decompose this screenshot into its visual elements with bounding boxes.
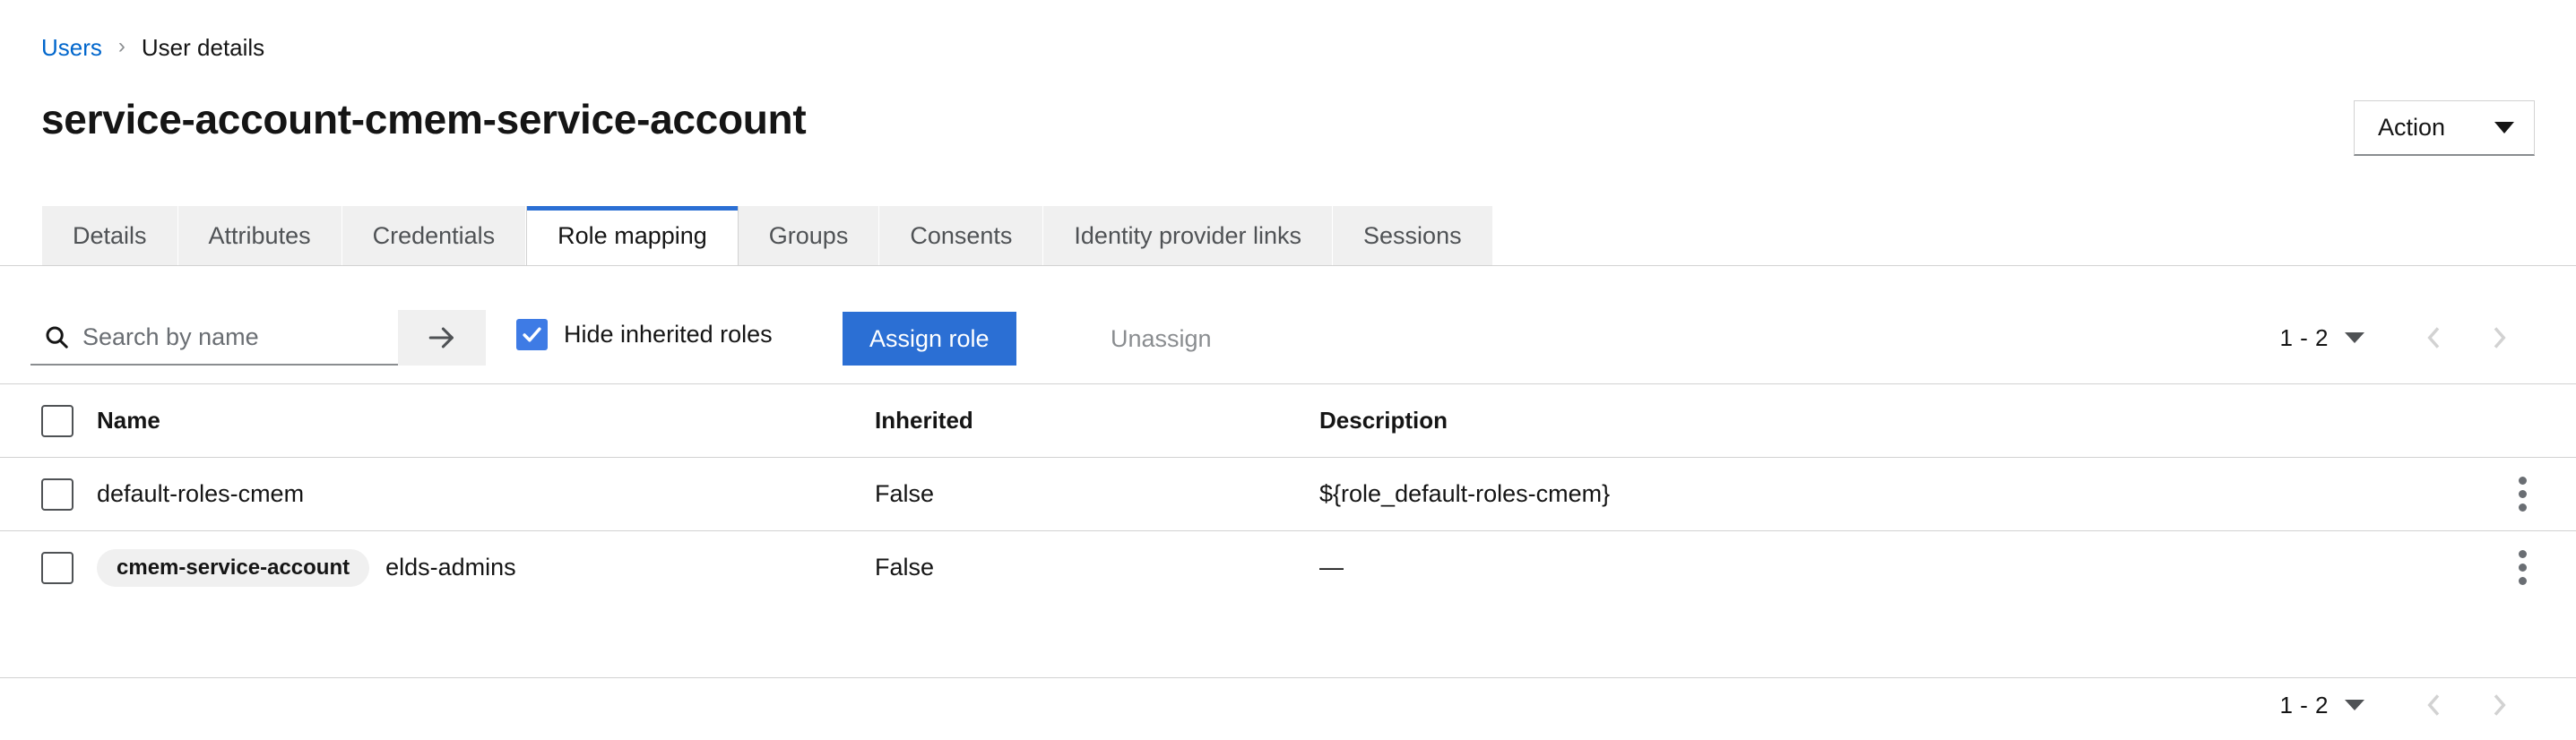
table-row: cmem-service-account elds-admins False — [0,530,2576,604]
kebab-menu-icon[interactable] [2504,469,2541,519]
chevron-down-icon [2494,122,2514,133]
tab-label: Credentials [372,221,496,249]
row-actions-cell [2468,469,2576,519]
row-select-cell [0,551,97,584]
search-submit-button[interactable] [398,310,486,366]
breadcrumb-current: User details [141,34,265,61]
assign-role-button[interactable]: Assign role [843,312,1016,366]
page-title: service-account-cmem-service-account [41,96,807,142]
tab-label: Consents [910,221,1013,249]
user-details-page: Users › User details service-account-cme… [0,0,2576,740]
tab-bar: Details Attributes Credentials Role mapp… [41,206,1493,265]
tab-label: Identity provider links [1074,221,1302,249]
toolbar: Hide inherited roles Assign role Unassig… [0,265,2576,383]
row-checkbox[interactable] [41,551,73,584]
hide-inherited-roles-label: Hide inherited roles [564,321,773,348]
search-input[interactable] [81,322,380,352]
tab-label: Details [73,221,147,249]
pagination-next-button[interactable] [2467,680,2531,730]
tab-role-mapping[interactable]: Role mapping [526,206,739,265]
cell-inherited: False [875,554,935,581]
tab-label: Attributes [208,221,311,249]
tab-credentials[interactable]: Credentials [341,206,527,265]
role-client-badge: cmem-service-account [97,548,370,587]
column-header-description: Description [1319,407,1448,434]
role-name-text: elds-admins [385,554,516,581]
select-all-checkbox[interactable] [41,404,73,437]
pagination-prev-button[interactable] [2402,680,2467,730]
title-row: service-account-cmem-service-account Act… [0,93,2576,165]
cell-role-name: default-roles-cmem [97,480,875,508]
pagination-caret-icon[interactable] [2345,332,2364,343]
column-header-name: Name [97,407,160,434]
roles-table: Name Inherited Description default-roles… [0,383,2576,604]
hide-inherited-roles-checkbox[interactable]: Hide inherited roles [516,319,773,350]
tab-sessions[interactable]: Sessions [1333,206,1493,265]
cell-role-name: cmem-service-account elds-admins [97,548,875,587]
search-group [30,310,486,366]
pagination-top: 1 - 2 [2279,310,2531,366]
role-name-text: default-roles-cmem [97,480,305,507]
cell-description: — [1319,554,1344,581]
row-actions-cell [2468,543,2576,592]
pagination-range: 1 - 2 [2279,323,2329,351]
tab-label: Sessions [1363,221,1462,249]
cell-description: ${role_default-roles-cmem} [1319,480,1611,507]
breadcrumb-users-link[interactable]: Users [41,34,102,61]
action-dropdown-button[interactable]: Action [2354,100,2535,156]
column-header-inherited: Inherited [875,407,973,434]
search-icon [43,323,70,350]
tab-details[interactable]: Details [41,206,178,265]
pagination-caret-icon[interactable] [2345,700,2364,710]
action-dropdown-label: Action [2378,114,2446,141]
table-header-row: Name Inherited Description [0,383,2576,457]
table-bottom-divider [0,677,2576,678]
kebab-menu-icon[interactable] [2504,543,2541,592]
checkbox-checked-icon [516,319,548,350]
row-checkbox[interactable] [41,478,73,511]
tab-groups[interactable]: Groups [738,206,880,265]
breadcrumb: Users › User details [41,34,264,61]
select-all-cell [0,404,97,437]
pagination-range: 1 - 2 [2279,691,2329,718]
search-field [30,310,398,366]
tab-label: Groups [768,221,849,249]
table-row: default-roles-cmem False ${role_default-… [0,457,2576,530]
tab-attributes[interactable]: Attributes [177,206,342,265]
cell-inherited: False [875,480,935,507]
row-select-cell [0,478,97,511]
tab-consents[interactable]: Consents [879,206,1044,265]
pagination-prev-button[interactable] [2402,313,2467,363]
chevron-right-icon: › [117,34,125,58]
tab-label: Role mapping [558,221,707,249]
pagination-next-button[interactable] [2467,313,2531,363]
pagination-bottom: 1 - 2 [2279,677,2531,733]
tab-identity-provider-links[interactable]: Identity provider links [1043,206,1334,265]
unassign-button[interactable]: Unassign [1087,312,1235,366]
